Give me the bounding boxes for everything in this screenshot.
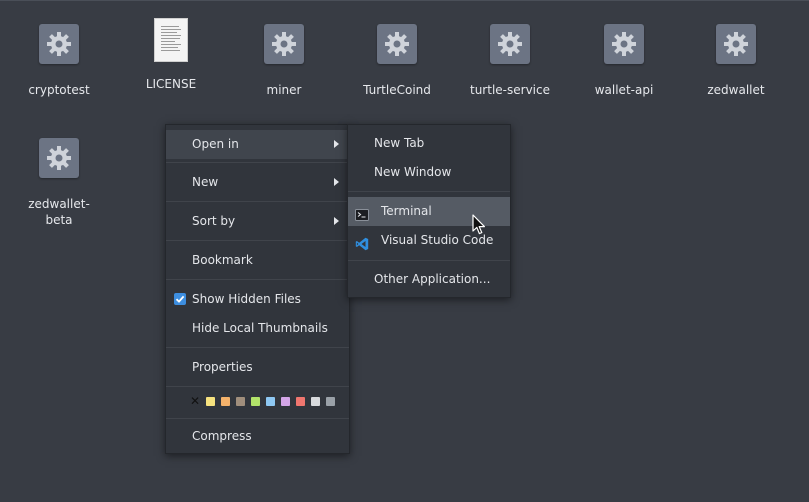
file-label: miner	[266, 83, 302, 97]
document-icon	[154, 18, 188, 62]
file-zedwallet[interactable]: zedwallet	[686, 24, 786, 98]
menu-item-open-in[interactable]: Open in	[166, 130, 349, 159]
file-miner[interactable]: miner	[234, 24, 334, 98]
menu-separator	[166, 418, 349, 419]
chevron-right-icon	[334, 140, 339, 148]
file-cryptotest[interactable]: cryptotest	[9, 24, 109, 98]
menu-item-bookmark[interactable]: Bookmark	[166, 246, 349, 275]
menu-item-label: Sort by	[192, 214, 236, 228]
color-tag-swatch[interactable]	[236, 397, 245, 406]
submenu-item-other-application[interactable]: Other Application...	[348, 265, 510, 294]
menu-item-show-hidden-files[interactable]: Show Hidden Files	[166, 285, 349, 314]
open-in-submenu: New Tab New Window Terminal Visual Studi…	[347, 124, 511, 298]
submenu-item-new-tab[interactable]: New Tab	[348, 129, 510, 158]
clear-color-icon[interactable]: ✕	[190, 394, 200, 408]
color-tag-swatch[interactable]	[311, 397, 320, 406]
gear-icon	[604, 24, 644, 64]
desktop[interactable]: cryptotest LICENSE miner TurtleCoind tur…	[0, 0, 809, 502]
terminal-icon	[355, 204, 369, 221]
file-wallet-api[interactable]: wallet-api	[574, 24, 674, 98]
gear-icon	[264, 24, 304, 64]
menu-item-new[interactable]: New	[166, 168, 349, 197]
menu-item-label: Bookmark	[192, 253, 253, 267]
menu-item-label: New	[192, 175, 219, 189]
top-border	[0, 0, 809, 1]
vscode-icon	[355, 233, 369, 251]
menu-item-label: Hide Local Thumbnails	[192, 321, 328, 335]
checkbox-checked-icon[interactable]	[174, 293, 186, 305]
file-turtle-service[interactable]: turtle-service	[460, 24, 560, 98]
submenu-item-label: Other Application...	[374, 272, 491, 286]
menu-separator	[166, 162, 349, 163]
submenu-item-label: Terminal	[381, 204, 432, 218]
file-zedwallet-beta[interactable]: zedwallet- beta	[9, 138, 109, 228]
gear-icon	[39, 138, 79, 178]
file-label: LICENSE	[145, 77, 197, 91]
color-tag-swatch[interactable]	[206, 397, 215, 406]
color-tag-swatch[interactable]	[221, 397, 230, 406]
gear-icon	[39, 24, 79, 64]
menu-item-label: Properties	[192, 360, 253, 374]
file-label: wallet-api	[594, 83, 654, 97]
color-tag-swatch[interactable]	[266, 397, 275, 406]
file-label: turtle-service	[470, 83, 550, 97]
chevron-right-icon	[334, 217, 339, 225]
menu-separator	[166, 386, 349, 387]
menu-separator	[166, 347, 349, 348]
file-turtlecoind[interactable]: TurtleCoind	[347, 24, 447, 98]
file-label: zedwallet- beta	[28, 197, 90, 227]
menu-item-compress[interactable]: Compress	[166, 422, 349, 451]
menu-item-label: Open in	[192, 137, 239, 151]
menu-separator	[166, 279, 349, 280]
menu-separator	[166, 201, 349, 202]
gear-icon	[716, 24, 756, 64]
color-tag-swatch[interactable]	[251, 397, 260, 406]
menu-item-label: Compress	[192, 429, 252, 443]
chevron-right-icon	[334, 178, 339, 186]
file-license[interactable]: LICENSE	[121, 18, 221, 92]
file-label: zedwallet	[707, 83, 765, 97]
menu-item-properties[interactable]: Properties	[166, 353, 349, 382]
file-label: TurtleCoind	[363, 83, 431, 97]
color-tag-swatch[interactable]	[296, 397, 305, 406]
file-label: cryptotest	[28, 83, 90, 97]
menu-item-sort-by[interactable]: Sort by	[166, 207, 349, 236]
menu-item-label: Show Hidden Files	[192, 292, 301, 306]
mouse-cursor-icon	[472, 214, 486, 236]
menu-separator	[166, 240, 349, 241]
color-tag-swatch[interactable]	[326, 397, 335, 406]
submenu-item-label: New Window	[374, 165, 452, 179]
gear-icon	[377, 24, 417, 64]
gear-icon	[490, 24, 530, 64]
submenu-item-new-window[interactable]: New Window	[348, 158, 510, 187]
color-tag-swatch[interactable]	[281, 397, 290, 406]
menu-separator	[348, 191, 510, 192]
menu-separator	[348, 260, 510, 261]
menu-item-hide-local-thumbnails[interactable]: Hide Local Thumbnails	[166, 314, 349, 343]
context-menu: Open in New Sort by Bookmark Show Hidden…	[165, 124, 350, 454]
submenu-item-label: New Tab	[374, 136, 425, 150]
